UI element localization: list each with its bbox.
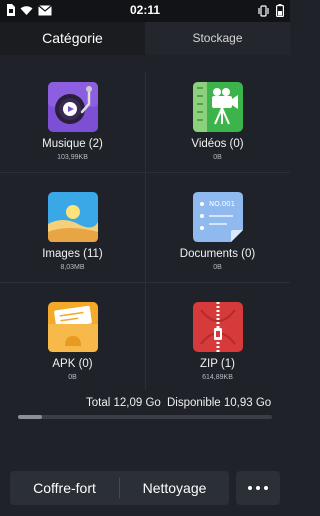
more-button[interactable] <box>236 471 280 505</box>
document-icon: NO.001 <box>193 192 243 242</box>
category-zip[interactable]: ZIP (1) 614,89KB <box>145 282 290 392</box>
status-time: 02:11 <box>129 3 161 17</box>
status-right-icons <box>257 4 284 17</box>
category-size: 8,03MB <box>60 264 85 271</box>
category-musique[interactable]: Musique (2) 103,99KB <box>0 62 145 172</box>
category-size: 0B <box>68 374 77 381</box>
tab-bar: Catégorie Stockage <box>0 22 290 55</box>
storage-usage-fill <box>18 415 43 419</box>
more-icon <box>248 486 268 490</box>
apk-folder-icon <box>48 302 98 352</box>
category-label: Documents (0) <box>179 248 256 260</box>
status-bar: 02:11 <box>0 0 290 22</box>
storage-total: Total 12,09 Go <box>86 397 161 409</box>
bottom-action-bar: Coffre-fort Nettoyage <box>10 471 229 505</box>
category-grid: Musique (2) 103,99KB Vidéos (0) 0B Image… <box>0 62 290 392</box>
category-images[interactable]: Images (11) 8,03MB <box>0 172 145 282</box>
category-videos[interactable]: Vidéos (0) 0B <box>145 62 290 172</box>
safe-button[interactable]: Coffre-fort <box>10 471 119 505</box>
category-label: APK (0) <box>52 358 93 370</box>
category-size: 0B <box>213 154 222 161</box>
battery-icon <box>276 4 284 17</box>
svg-text:NO.001: NO.001 <box>209 200 235 208</box>
category-label: Images (11) <box>42 248 103 260</box>
zip-icon <box>193 302 243 352</box>
image-icon <box>48 192 98 242</box>
video-camera-icon <box>193 82 243 132</box>
vibrate-icon <box>258 4 269 17</box>
music-icon <box>48 82 98 132</box>
tab-stockage[interactable]: Stockage <box>145 22 290 55</box>
category-size: 103,99KB <box>57 154 88 161</box>
category-label: Musique (2) <box>42 138 103 150</box>
category-size: 0B <box>213 264 222 271</box>
category-apk[interactable]: APK (0) 0B <box>0 282 145 392</box>
cleanup-button[interactable]: Nettoyage <box>120 471 229 505</box>
storage-available: Disponible 10,93 Go <box>167 397 272 409</box>
tab-categorie[interactable]: Catégorie <box>0 22 145 55</box>
category-label: Vidéos (0) <box>191 138 244 150</box>
storage-usage-bar <box>18 415 272 419</box>
category-label: ZIP (1) <box>200 358 235 370</box>
category-documents[interactable]: NO.001 Documents (0) 0B <box>145 172 290 282</box>
category-size: 614,89KB <box>202 374 233 381</box>
